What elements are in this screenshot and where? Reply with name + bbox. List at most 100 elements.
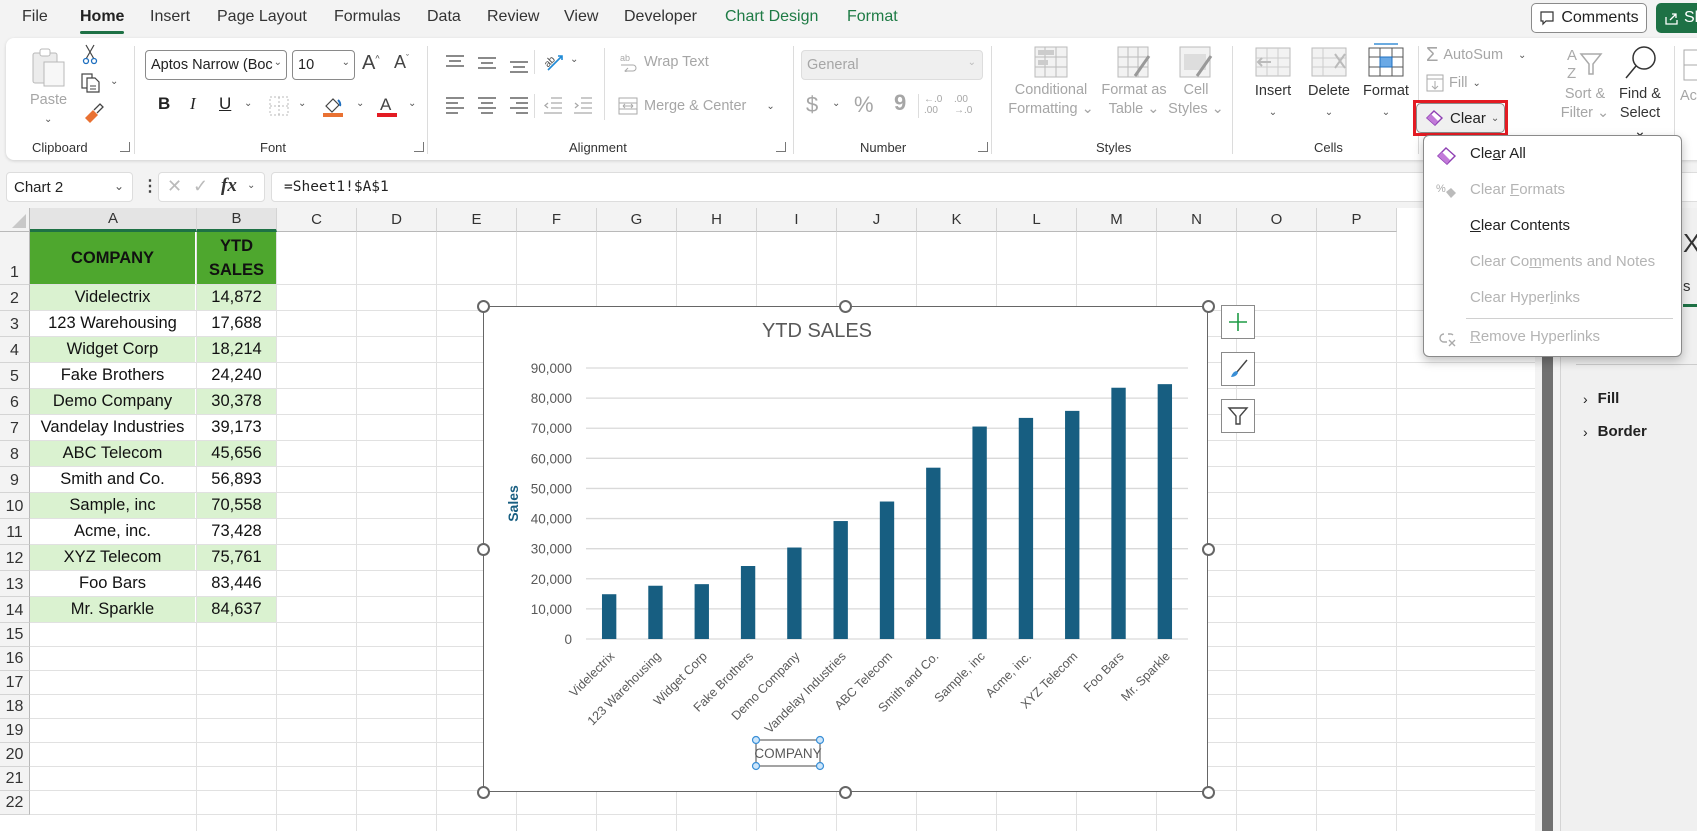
row-header-10[interactable]: 10 (0, 493, 30, 519)
sales-cell[interactable]: 84,637 (197, 597, 276, 622)
column-header-g[interactable]: G (597, 208, 677, 232)
italic-button[interactable]: I (190, 94, 196, 114)
tab-insert[interactable]: Insert (150, 8, 190, 26)
menu-item-clear-hyperlinks[interactable]: Clear Hyperlinks (1470, 289, 1580, 306)
chart-filters-button[interactable] (1221, 399, 1255, 433)
align-top-icon[interactable] (444, 54, 466, 72)
row-header-16[interactable]: 16 (0, 647, 30, 671)
insert-function-button[interactable]: fx (221, 175, 237, 197)
sales-cell[interactable]: 83,446 (197, 571, 276, 596)
tab-view[interactable]: View (564, 8, 598, 26)
borders-icon[interactable] (268, 95, 290, 117)
copy-icon[interactable] (80, 72, 102, 94)
sort-filter-button[interactable]: AZ Sort & Filter ⌄ (1560, 44, 1610, 130)
column-header-l[interactable]: L (997, 208, 1077, 232)
row-header-22[interactable]: 22 (0, 791, 30, 815)
row-header-3[interactable]: 3 (0, 311, 30, 337)
enter-icon[interactable]: ✓ (193, 176, 208, 197)
cancel-icon[interactable]: ✕ (167, 176, 182, 197)
column-header-b[interactable]: B (197, 208, 277, 232)
insert-cells-button[interactable]: Insert ⌄ (1248, 46, 1298, 132)
alignment-launcher-icon[interactable] (776, 142, 786, 152)
row-header-13[interactable]: 13 (0, 571, 30, 597)
menu-item-remove-hyperlinks[interactable]: Remove Hyperlinks (1470, 328, 1600, 345)
company-cell[interactable]: Mr. Sparkle (30, 597, 195, 622)
chevron-down-icon[interactable]: ⌄ (247, 180, 255, 191)
row-header-7[interactable]: 7 (0, 415, 30, 441)
company-cell[interactable]: Sample, inc (30, 493, 195, 518)
cell-styles-button[interactable]: Cell Styles ⌄ (1166, 46, 1226, 132)
font-size-combo[interactable]: 10 ⌄ (292, 50, 355, 80)
wrap-text-button[interactable]: ab Wrap Text (618, 50, 709, 74)
font-name-combo[interactable]: Aptos Narrow (Boc ⌄ (145, 50, 287, 80)
clipboard-launcher-icon[interactable] (120, 142, 130, 152)
column-header-f[interactable]: F (517, 208, 597, 232)
fill-button[interactable]: Fill ⌄ (1426, 72, 1481, 94)
sales-cell[interactable]: 56,893 (197, 467, 276, 492)
fill-color-chevron-icon[interactable]: ⌄ (356, 98, 364, 109)
column-header-i[interactable]: I (757, 208, 837, 232)
addins-icon[interactable] (1682, 48, 1697, 82)
underline-chevron-icon[interactable]: ⌄ (244, 98, 252, 109)
sales-cell[interactable]: 14,872 (197, 285, 276, 310)
more-options-icon[interactable]: ⋮ (142, 176, 158, 196)
sales-cell[interactable]: 17,688 (197, 311, 276, 336)
sales-cell[interactable]: 24,240 (197, 363, 276, 388)
row-header-15[interactable]: 15 (0, 623, 30, 647)
find-select-button[interactable]: Find & Select ⌄ (1612, 44, 1668, 140)
sales-cell[interactable]: 45,656 (197, 441, 276, 466)
chart-resize-handle[interactable] (1201, 785, 1215, 799)
copy-chevron-icon[interactable]: ⌄ (110, 76, 118, 87)
column-header-p[interactable]: P (1317, 208, 1397, 232)
decrease-indent-icon[interactable] (542, 95, 564, 115)
chart-resize-handle[interactable] (839, 785, 852, 799)
share-button[interactable]: Sh (1656, 3, 1697, 33)
row-header-1[interactable]: 1 (0, 232, 30, 285)
column-header-a[interactable]: A (30, 208, 197, 232)
company-cell[interactable]: Videlectrix (30, 285, 195, 310)
company-cell[interactable]: Widget Corp (30, 337, 195, 362)
sales-cell[interactable]: 18,214 (197, 337, 276, 362)
fill-section[interactable]: › Fill (1583, 390, 1619, 407)
column-header-d[interactable]: D (357, 208, 437, 232)
align-right-icon[interactable] (508, 95, 530, 115)
font-launcher-icon[interactable] (414, 142, 424, 152)
tab-file[interactable]: File (22, 8, 48, 26)
chart-title[interactable]: YTD SALES (762, 320, 872, 342)
menu-item-clear-formats[interactable]: Clear Formats (1470, 181, 1565, 198)
font-color-chevron-icon[interactable]: ⌄ (408, 98, 416, 109)
row-header-5[interactable]: 5 (0, 363, 30, 389)
sales-cell[interactable]: 30,378 (197, 389, 276, 414)
decrease-decimal-button[interactable]: .00 →.0 (954, 94, 972, 116)
x-axis-title[interactable]: COMPANY (754, 746, 821, 761)
paste-button[interactable]: Paste ⌄ (28, 46, 72, 130)
row-header-12[interactable]: 12 (0, 545, 30, 571)
comments-button[interactable]: Comments (1531, 3, 1647, 33)
border-section[interactable]: › Border (1583, 423, 1647, 440)
row-header-19[interactable]: 19 (0, 719, 30, 743)
number-format-combo[interactable]: General ⌄ (801, 50, 983, 80)
cut-icon[interactable] (82, 44, 98, 66)
format-as-table-button[interactable]: Format as Table ⌄ (1098, 46, 1170, 132)
chart-resize-handle[interactable] (839, 299, 852, 313)
sales-cell[interactable]: 70,558 (197, 493, 276, 518)
orientation-icon[interactable]: ab (542, 50, 566, 74)
company-cell[interactable]: Vandelay Industries (30, 415, 195, 440)
font-color-icon[interactable]: A (376, 94, 398, 118)
increase-decimal-button[interactable]: ←.0.00 (924, 94, 942, 116)
name-box[interactable]: Chart 2 ⌄ (6, 172, 133, 202)
increase-indent-icon[interactable] (572, 95, 594, 115)
row-header-4[interactable]: 4 (0, 337, 30, 363)
decrease-font-size-icon[interactable]: Aˇ (394, 52, 409, 73)
column-header-e[interactable]: E (437, 208, 517, 232)
select-all-corner[interactable] (0, 208, 30, 232)
chart-elements-button[interactable] (1221, 305, 1255, 339)
merge-center-button[interactable]: Merge & Center ⌄ (618, 94, 775, 118)
tab-format[interactable]: Format (847, 8, 898, 26)
format-painter-icon[interactable] (82, 102, 104, 124)
company-cell[interactable]: Smith and Co. (30, 467, 195, 492)
chart[interactable]: YTD SALES 0 10,000 20,000 30,000 40,000 50,000… (483, 306, 1208, 792)
chart-resize-handle[interactable] (476, 542, 490, 556)
tab-formulas[interactable]: Formulas (334, 8, 401, 26)
row-header-11[interactable]: 11 (0, 519, 30, 545)
